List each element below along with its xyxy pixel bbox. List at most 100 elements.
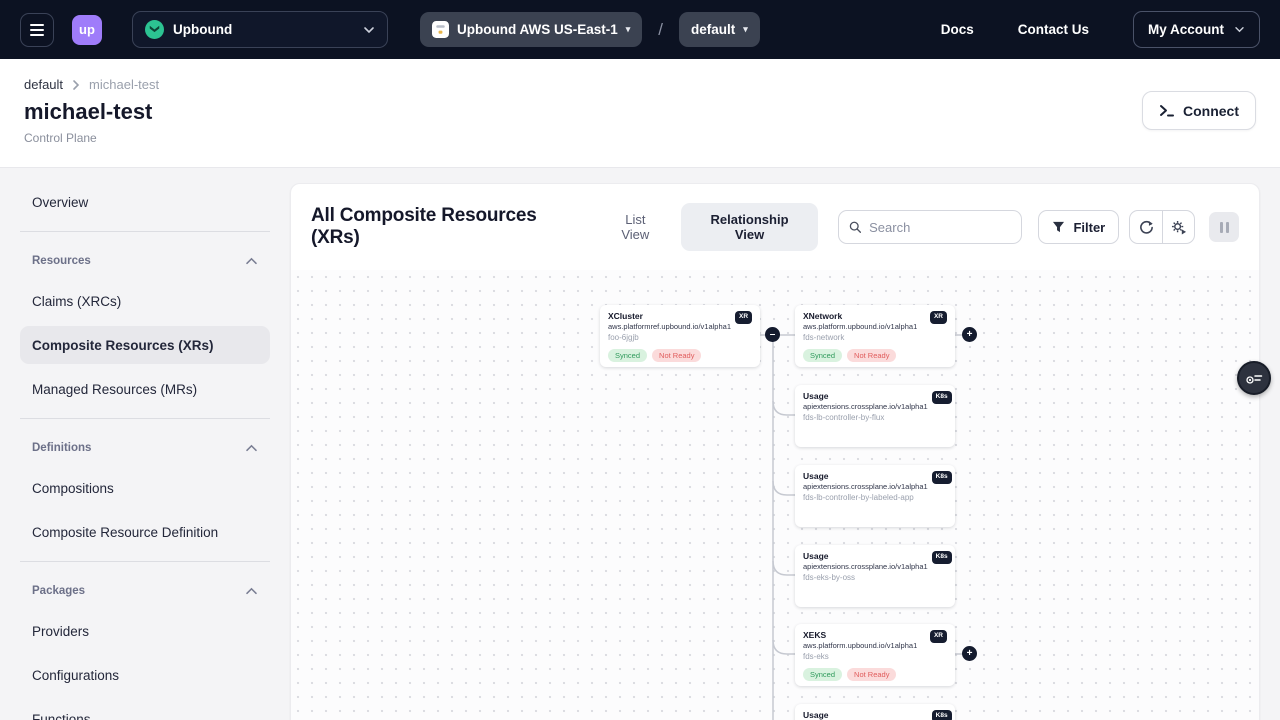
sidebar-section-resources[interactable]: Resources bbox=[20, 244, 270, 278]
filter-icon bbox=[1052, 221, 1065, 233]
sidebar-item-overview[interactable]: Overview bbox=[20, 183, 270, 221]
graph-node-usage-eks-oss[interactable]: Usage apiextensions.crossplane.io/v1alph… bbox=[795, 545, 955, 607]
node-api-version: apiextensions.crossplane.io/v1alpha1 bbox=[803, 562, 928, 572]
connect-button[interactable]: Connect bbox=[1142, 91, 1256, 130]
sidebar-section-definitions[interactable]: Definitions bbox=[20, 431, 270, 465]
refresh-button[interactable] bbox=[1130, 211, 1162, 243]
filter-button[interactable]: Filter bbox=[1038, 210, 1119, 244]
top-navbar: up Upbound Upbound AWS US-East-1 ▾ / def… bbox=[0, 0, 1280, 59]
org-avatar-icon bbox=[145, 20, 164, 39]
legend-icon bbox=[1245, 370, 1263, 386]
chevron-up-icon bbox=[245, 444, 258, 453]
node-resource-name: fds-network bbox=[803, 333, 947, 342]
search-box[interactable] bbox=[838, 210, 1023, 244]
main-panel: All Composite Resources (XRs) List View … bbox=[290, 183, 1260, 720]
graph-node-usage-bottom[interactable]: Usage apiextensions.crossplane.io/v1alph… bbox=[795, 704, 955, 720]
node-api-version: apiextensions.crossplane.io/v1alpha1 bbox=[803, 482, 928, 492]
not-ready-status-badge: Not Ready bbox=[847, 349, 896, 362]
pause-button[interactable] bbox=[1209, 212, 1239, 242]
expand-children-button[interactable]: + bbox=[962, 646, 977, 661]
sidebar-item-composite-resources[interactable]: Composite Resources (XRs) bbox=[20, 326, 270, 364]
sidebar: Overview Resources Claims (XRCs) Composi… bbox=[0, 183, 290, 720]
group-select-label: default bbox=[691, 22, 735, 37]
breadcrumb-parent-link[interactable]: default bbox=[24, 77, 63, 92]
sidebar-item-configurations[interactable]: Configurations bbox=[20, 656, 270, 694]
node-resource-name: fds-lb-controller-by-flux bbox=[803, 413, 947, 422]
gear-play-icon bbox=[1171, 220, 1187, 235]
group-select-dropdown[interactable]: default ▾ bbox=[679, 12, 760, 47]
canvas-action-group bbox=[1129, 210, 1195, 244]
synced-status-badge: Synced bbox=[803, 668, 842, 681]
node-resource-name: fds-lb-controller-by-labeled-app bbox=[803, 493, 947, 502]
panel-title: All Composite Resources (XRs) bbox=[311, 205, 590, 249]
graph-node-xeks[interactable]: XEKS aws.platform.upbound.io/v1alpha1 XR… bbox=[795, 624, 955, 686]
node-api-version: aws.platform.upbound.io/v1alpha1 bbox=[803, 641, 917, 651]
relationship-view-tab[interactable]: Relationship View bbox=[681, 203, 818, 251]
page-subtitle: Control Plane bbox=[24, 131, 159, 145]
org-select-dropdown[interactable]: Upbound bbox=[132, 11, 388, 48]
node-api-version: aws.platform.upbound.io/v1alpha1 bbox=[803, 322, 917, 332]
hamburger-menu-button[interactable] bbox=[20, 13, 54, 47]
refresh-icon bbox=[1139, 220, 1154, 235]
not-ready-status-badge: Not Ready bbox=[652, 349, 701, 362]
not-ready-status-badge: Not Ready bbox=[847, 668, 896, 681]
controlplane-select-dropdown[interactable]: Upbound AWS US-East-1 ▾ bbox=[420, 12, 642, 47]
resource-kind-badge: K8s bbox=[932, 391, 952, 404]
controlplane-icon bbox=[432, 21, 449, 38]
my-account-label: My Account bbox=[1148, 22, 1224, 37]
pause-icon bbox=[1220, 222, 1223, 233]
path-separator: / bbox=[656, 20, 665, 40]
graph-node-xnetwork[interactable]: XNetwork aws.platform.upbound.io/v1alpha… bbox=[795, 305, 955, 367]
resource-kind-badge: K8s bbox=[932, 710, 952, 720]
node-title: Usage bbox=[803, 391, 928, 402]
legend-toggle-button[interactable] bbox=[1237, 361, 1271, 395]
chevron-up-icon bbox=[245, 257, 258, 266]
search-input[interactable] bbox=[869, 220, 1011, 235]
node-resource-name: foo-6jgjb bbox=[608, 333, 752, 342]
org-select-label: Upbound bbox=[173, 22, 354, 37]
caret-down-icon: ▾ bbox=[626, 24, 631, 35]
hamburger-menu-icon bbox=[30, 24, 44, 26]
terminal-icon bbox=[1159, 104, 1174, 117]
node-title: XCluster bbox=[608, 311, 731, 322]
node-title: Usage bbox=[803, 710, 928, 720]
node-title: Usage bbox=[803, 551, 928, 562]
search-icon bbox=[849, 220, 861, 234]
docs-link[interactable]: Docs bbox=[941, 22, 974, 37]
run-functions-button[interactable] bbox=[1162, 211, 1194, 243]
node-api-version: aws.platformref.upbound.io/v1alpha1 bbox=[608, 322, 731, 332]
sidebar-divider bbox=[20, 231, 270, 232]
breadcrumb-current: michael-test bbox=[89, 77, 159, 92]
panel-toolbar: All Composite Resources (XRs) List View … bbox=[291, 184, 1259, 270]
graph-node-usage-labeled-app[interactable]: Usage apiextensions.crossplane.io/v1alph… bbox=[795, 465, 955, 527]
page-title: michael-test bbox=[24, 99, 159, 125]
sidebar-item-managed-resources[interactable]: Managed Resources (MRs) bbox=[20, 370, 270, 408]
controlplane-select-label: Upbound AWS US-East-1 bbox=[457, 22, 618, 37]
chevron-down-icon bbox=[1234, 26, 1245, 33]
connect-button-label: Connect bbox=[1183, 103, 1239, 119]
sidebar-divider bbox=[20, 561, 270, 562]
graph-node-usage-flux[interactable]: Usage apiextensions.crossplane.io/v1alph… bbox=[795, 385, 955, 447]
node-resource-name: fds-eks bbox=[803, 652, 947, 661]
resource-kind-badge: XR bbox=[930, 311, 947, 324]
upbound-logo[interactable]: up bbox=[72, 15, 102, 45]
resource-kind-badge: K8s bbox=[932, 471, 952, 484]
relationship-canvas[interactable]: XCluster aws.platformref.upbound.io/v1al… bbox=[291, 270, 1259, 720]
sidebar-item-providers[interactable]: Providers bbox=[20, 612, 270, 650]
list-view-tab[interactable]: List View bbox=[600, 203, 672, 251]
sidebar-divider bbox=[20, 418, 270, 419]
chevron-up-icon bbox=[245, 587, 258, 596]
graph-node-xcluster[interactable]: XCluster aws.platformref.upbound.io/v1al… bbox=[600, 305, 760, 367]
sidebar-item-functions[interactable]: Functions bbox=[20, 700, 270, 720]
contact-us-link[interactable]: Contact Us bbox=[1018, 22, 1089, 37]
synced-status-badge: Synced bbox=[608, 349, 647, 362]
sidebar-item-compositions[interactable]: Compositions bbox=[20, 469, 270, 507]
caret-down-icon: ▾ bbox=[743, 24, 748, 35]
sidebar-section-packages[interactable]: Packages bbox=[20, 574, 270, 608]
sidebar-item-xrd[interactable]: Composite Resource Definition bbox=[20, 513, 270, 551]
breadcrumb: default michael-test bbox=[24, 77, 159, 92]
collapse-children-button[interactable]: – bbox=[765, 327, 780, 342]
sidebar-item-claims[interactable]: Claims (XRCs) bbox=[20, 282, 270, 320]
expand-children-button[interactable]: + bbox=[962, 327, 977, 342]
my-account-button[interactable]: My Account bbox=[1133, 11, 1260, 48]
